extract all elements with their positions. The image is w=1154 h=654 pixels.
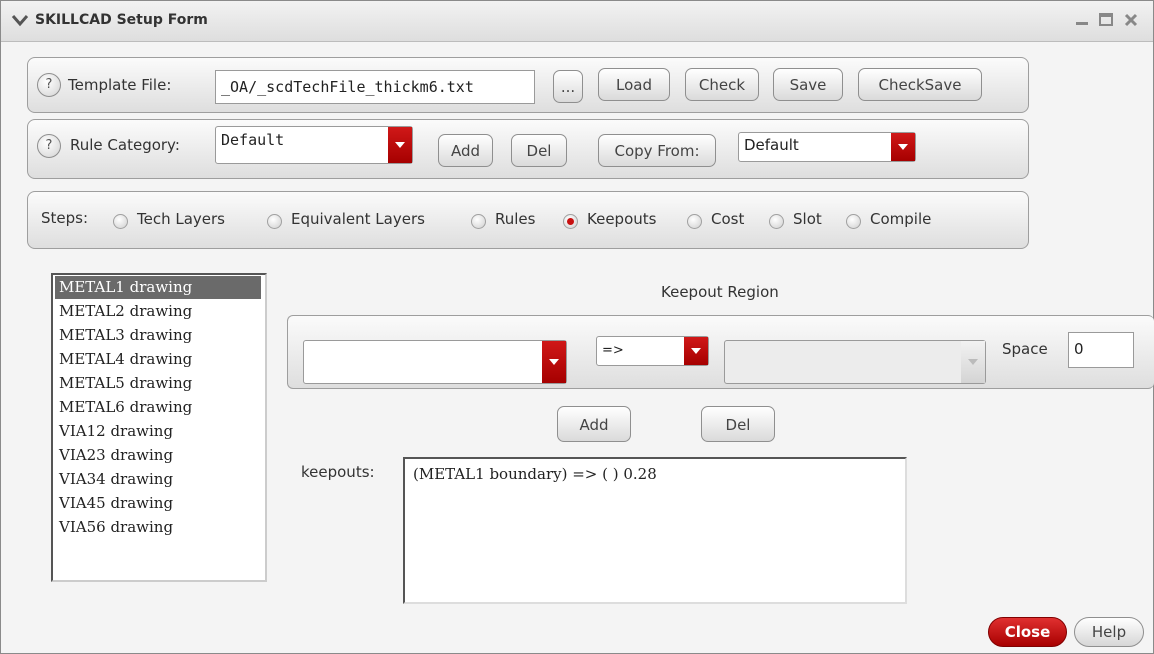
chevron-down-icon[interactable]: [388, 127, 412, 163]
step-equivalent-layers[interactable]: Equivalent Layers: [291, 210, 425, 228]
chevron-down-icon[interactable]: [542, 341, 566, 383]
keepout-region-panel: => Space 0: [287, 315, 1154, 389]
keepout-entry[interactable]: (METAL1 boundary) => ( ) 0.28: [413, 465, 897, 483]
copy-from-value: Default: [744, 136, 799, 154]
skillcad-setup-window: SKILLCAD Setup Form ? Template File: _OA…: [0, 0, 1154, 654]
close-button[interactable]: Close: [988, 617, 1067, 647]
keepouts-list[interactable]: (METAL1 boundary) => ( ) 0.28: [403, 457, 907, 604]
template-file-input[interactable]: _OA/_scdTechFile_thickm6.txt: [215, 70, 535, 104]
copy-from-button[interactable]: Copy From:: [598, 134, 716, 167]
keepout-target-select: [724, 340, 986, 384]
rule-category-select[interactable]: Default: [215, 126, 413, 164]
list-item[interactable]: VIA23 drawing: [55, 444, 261, 467]
chevron-down-icon[interactable]: [891, 133, 915, 161]
keepout-operator-select[interactable]: =>: [596, 336, 709, 366]
step-compile[interactable]: Compile: [870, 210, 931, 228]
help-button[interactable]: Help: [1074, 617, 1144, 647]
rule-category-panel: ? Rule Category: Default Add Del Copy Fr…: [27, 119, 1029, 179]
browse-button[interactable]: ...: [553, 70, 583, 103]
rule-add-button[interactable]: Add: [438, 134, 493, 167]
save-button[interactable]: Save: [773, 68, 843, 101]
rule-help-icon[interactable]: ?: [37, 134, 61, 158]
keepout-region-title: Keepout Region: [661, 283, 779, 301]
radio-compile[interactable]: [846, 214, 861, 229]
keepout-add-button[interactable]: Add: [557, 406, 631, 442]
layer-list[interactable]: METAL1 drawing METAL2 drawing METAL3 dra…: [51, 273, 267, 582]
step-slot[interactable]: Slot: [793, 210, 822, 228]
checksave-button[interactable]: CheckSave: [858, 68, 982, 101]
window-title: SKILLCAD Setup Form: [35, 12, 208, 28]
list-item[interactable]: VIA34 drawing: [55, 468, 261, 491]
space-label: Space: [1002, 340, 1048, 358]
title-bar[interactable]: SKILLCAD Setup Form: [1, 1, 1153, 42]
list-item[interactable]: METAL4 drawing: [55, 348, 261, 371]
rule-category-value: Default: [221, 131, 285, 149]
minimize-icon[interactable]: [1073, 11, 1091, 29]
step-tech-layers[interactable]: Tech Layers: [137, 210, 225, 228]
template-file-label: Template File:: [68, 76, 172, 94]
chevron-down-icon[interactable]: [684, 337, 708, 365]
keepouts-label: keepouts:: [301, 463, 375, 481]
keepout-del-button[interactable]: Del: [701, 406, 775, 442]
radio-rules[interactable]: [471, 214, 486, 229]
space-input[interactable]: 0: [1068, 332, 1134, 368]
radio-keepouts[interactable]: [563, 214, 578, 229]
list-item[interactable]: VIA12 drawing: [55, 420, 261, 443]
list-item[interactable]: VIA45 drawing: [55, 492, 261, 515]
list-item[interactable]: METAL5 drawing: [55, 372, 261, 395]
copy-from-select[interactable]: Default: [738, 132, 916, 162]
list-item[interactable]: METAL6 drawing: [55, 396, 261, 419]
radio-cost[interactable]: [687, 214, 702, 229]
rule-category-label: Rule Category:: [70, 136, 180, 154]
list-item[interactable]: METAL2 drawing: [55, 300, 261, 323]
list-item[interactable]: METAL3 drawing: [55, 324, 261, 347]
window-menu-icon[interactable]: [11, 13, 29, 29]
close-window-icon[interactable]: [1122, 11, 1140, 29]
radio-tech-layers[interactable]: [113, 214, 128, 229]
radio-equivalent-layers[interactable]: [267, 214, 282, 229]
keepout-layer-select[interactable]: [303, 340, 567, 384]
rule-del-button[interactable]: Del: [511, 134, 567, 167]
list-item[interactable]: METAL1 drawing: [55, 276, 261, 299]
step-rules[interactable]: Rules: [495, 210, 535, 228]
template-file-panel: ? Template File: _OA/_scdTechFile_thickm…: [27, 57, 1029, 113]
radio-slot[interactable]: [769, 214, 784, 229]
check-button[interactable]: Check: [685, 68, 759, 101]
load-button[interactable]: Load: [598, 68, 670, 101]
steps-label: Steps:: [41, 209, 89, 227]
template-help-icon[interactable]: ?: [37, 73, 61, 97]
keepout-operator-value: =>: [602, 343, 624, 358]
chevron-down-icon: [961, 341, 985, 383]
maximize-icon[interactable]: [1097, 11, 1115, 29]
list-item[interactable]: VIA56 drawing: [55, 516, 261, 539]
step-cost[interactable]: Cost: [711, 210, 744, 228]
step-keepouts[interactable]: Keepouts: [587, 210, 656, 228]
